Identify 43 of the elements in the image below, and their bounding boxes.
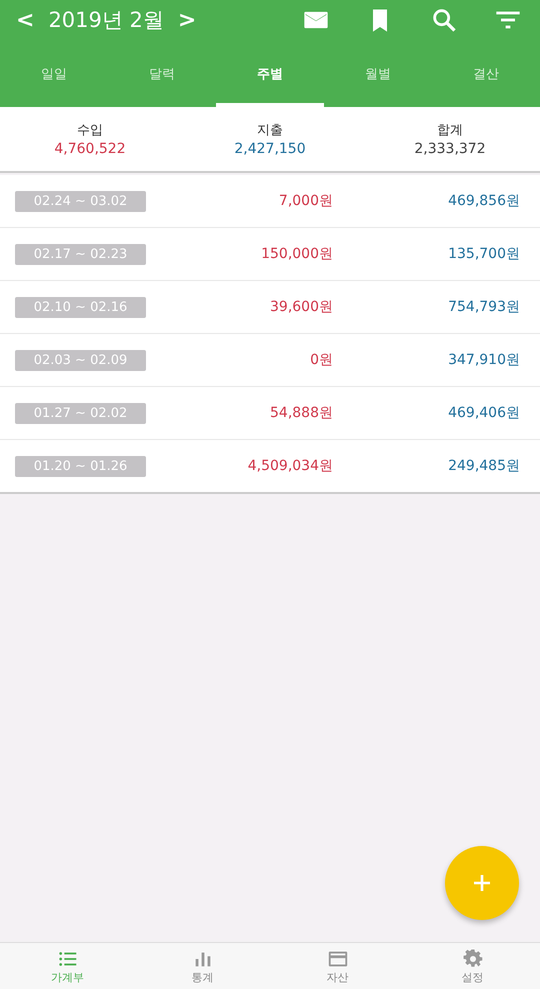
bottom-nav-item[interactable]: 가계부 [0, 943, 135, 989]
summary-value: 4,760,522 [54, 141, 126, 157]
next-month-button[interactable]: > [172, 8, 202, 32]
income-amount: 54,888원 [269, 404, 333, 422]
income-amount: 150,000원 [260, 245, 333, 263]
week-row[interactable]: 01.20 ~ 01.26 4,509,034원 249,485원 [0, 440, 540, 492]
week-row[interactable]: 02.10 ~ 02.16 39,600원 754,793원 [0, 281, 540, 334]
expense-amount: 249,485원 [447, 457, 520, 475]
bottom-nav-item[interactable]: 통계 [135, 943, 270, 989]
month-title: 2019년 2월 [48, 7, 164, 34]
expense-amount: 469,856원 [447, 192, 520, 210]
settings-icon [462, 948, 484, 970]
tab[interactable]: 일일 [0, 40, 108, 107]
previous-month-button[interactable]: < [10, 8, 40, 32]
date-range-badge: 02.24 ~ 03.02 [15, 190, 146, 212]
expense-amount: 347,910원 [447, 351, 520, 369]
income-amount: 4,509,034원 [246, 457, 333, 475]
summary-value: 2,427,150 [234, 141, 306, 157]
bottom-nav-item[interactable]: 설정 [405, 943, 540, 989]
expense-amount: 754,793원 [447, 298, 520, 316]
date-range-badge: 02.03 ~ 02.09 [15, 350, 146, 370]
expense-amount: 135,700원 [447, 245, 520, 263]
summary-label: 합계 [437, 122, 463, 139]
tab[interactable]: 월별 [324, 40, 432, 107]
week-row[interactable]: 01.27 ~ 02.02 54,888원 469,406원 [0, 387, 540, 440]
tab[interactable]: 달력 [108, 40, 216, 107]
expense-amount: 469,406원 [447, 404, 520, 422]
date-range-badge: 01.20 ~ 01.26 [15, 456, 146, 476]
date-range-badge: 02.10 ~ 02.16 [15, 296, 146, 318]
summary-label: 수입 [77, 122, 103, 139]
summary-value: 2,333,372 [414, 141, 486, 157]
week-row[interactable]: 02.17 ~ 02.23 150,000원 135,700원 [0, 228, 540, 281]
date-range-badge: 01.27 ~ 02.02 [15, 402, 146, 424]
week-row[interactable]: 02.03 ~ 02.09 0원 347,910원 [0, 334, 540, 387]
income-amount: 0원 [309, 351, 333, 369]
date-range-badge: 02.17 ~ 02.23 [15, 244, 146, 264]
week-row[interactable]: 02.24 ~ 03.02 7,000원 469,856원 [0, 175, 540, 228]
tab[interactable]: 결산 [432, 40, 540, 107]
income-amount: 7,000원 [278, 192, 333, 210]
add-button[interactable] [445, 846, 519, 920]
bottom-nav-item[interactable]: 자산 [270, 943, 405, 989]
summary-label: 지출 [257, 122, 283, 139]
income-amount: 39,600원 [269, 298, 333, 316]
